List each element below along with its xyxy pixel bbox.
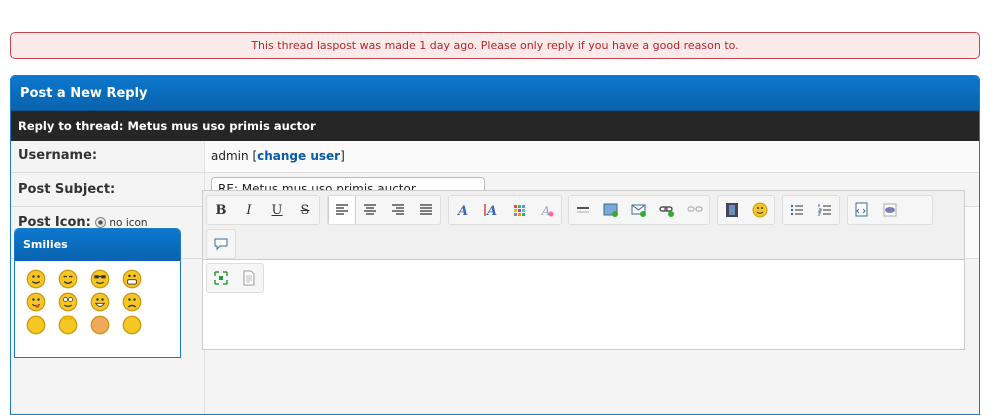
unlink-icon bbox=[687, 206, 704, 212]
username-label: Username: bbox=[11, 141, 205, 172]
username-value: admin bbox=[211, 149, 249, 163]
unlink-button[interactable] bbox=[681, 196, 709, 224]
php-icon bbox=[883, 203, 897, 217]
link-icon bbox=[659, 206, 675, 217]
color-grid-icon bbox=[513, 205, 525, 216]
angel-icon[interactable] bbox=[58, 315, 78, 335]
php-button[interactable] bbox=[876, 196, 904, 224]
align-right-button[interactable] bbox=[384, 196, 412, 224]
remove-format-button[interactable]: A bbox=[533, 196, 561, 224]
happy-icon[interactable] bbox=[58, 269, 78, 289]
subject-label: Post Subject: bbox=[11, 173, 205, 206]
bullet-list-icon bbox=[790, 204, 804, 216]
font-size-icon: A bbox=[483, 204, 497, 218]
smile-icon[interactable] bbox=[26, 269, 46, 289]
insert-link-button[interactable] bbox=[653, 196, 681, 224]
blush-icon[interactable] bbox=[90, 315, 110, 335]
speech-bubble-icon bbox=[214, 238, 228, 251]
text-style-group: B I U S bbox=[206, 195, 320, 225]
smiley-icon bbox=[752, 202, 768, 218]
maximize-button[interactable] bbox=[207, 264, 235, 292]
numbered-list-button[interactable] bbox=[811, 196, 839, 224]
svg-text:A: A bbox=[540, 204, 550, 218]
maximize-icon bbox=[214, 271, 228, 285]
color-button[interactable] bbox=[505, 196, 533, 224]
media-group bbox=[717, 195, 776, 225]
insert-video-button[interactable] bbox=[718, 196, 746, 224]
align-left-button[interactable] bbox=[327, 196, 356, 224]
align-group bbox=[326, 195, 441, 225]
insert-group bbox=[568, 195, 711, 225]
panel-title: Post a New Reply bbox=[11, 76, 979, 111]
message-editor[interactable]: B I U S A A A bbox=[202, 190, 965, 350]
font-button[interactable]: A bbox=[449, 196, 477, 224]
align-right-icon bbox=[391, 204, 404, 215]
document-icon bbox=[243, 270, 255, 286]
biggrin-icon[interactable] bbox=[90, 292, 110, 312]
code-group bbox=[846, 195, 933, 225]
insert-smiley-button[interactable] bbox=[746, 196, 774, 224]
grin-icon[interactable] bbox=[122, 269, 142, 289]
email-icon bbox=[631, 204, 647, 217]
username-row: Username: admin [change user] bbox=[11, 141, 979, 173]
list-group bbox=[782, 195, 841, 225]
view-group bbox=[206, 263, 264, 293]
font-icon: A bbox=[456, 204, 468, 218]
username-value-cell: admin [change user] bbox=[205, 141, 979, 172]
align-left-icon bbox=[335, 204, 348, 215]
align-justify-icon bbox=[419, 204, 432, 215]
panel-subtitle: Reply to thread: Metus mus uso primis au… bbox=[11, 111, 979, 141]
editor-toolbar: B I U S A A A bbox=[203, 191, 964, 293]
font-group: A A A bbox=[447, 195, 562, 225]
font-size-button[interactable]: A bbox=[477, 196, 505, 224]
code-button[interactable] bbox=[848, 196, 876, 224]
smilies-panel: Smilies bbox=[14, 228, 181, 358]
insert-image-button[interactable] bbox=[597, 196, 625, 224]
italic-button[interactable]: I bbox=[235, 196, 263, 224]
quote-button[interactable] bbox=[207, 230, 235, 258]
underline-button[interactable]: U bbox=[263, 196, 291, 224]
thread-age-notice: This thread laspost was made 1 day ago. … bbox=[10, 32, 980, 59]
svg-text:A: A bbox=[485, 204, 497, 218]
align-center-button[interactable] bbox=[356, 196, 384, 224]
remove-format-icon: A bbox=[540, 204, 554, 218]
align-justify-button[interactable] bbox=[412, 196, 440, 224]
cool-icon[interactable] bbox=[90, 269, 110, 289]
tongue-icon[interactable] bbox=[26, 292, 46, 312]
insert-email-button[interactable] bbox=[625, 196, 653, 224]
source-button[interactable] bbox=[235, 264, 263, 292]
worried-icon[interactable] bbox=[122, 315, 142, 335]
quote-group bbox=[206, 229, 236, 259]
horizontal-rule-button[interactable] bbox=[569, 196, 597, 224]
numbered-list-icon bbox=[818, 204, 832, 216]
code-icon bbox=[855, 202, 868, 217]
strikethrough-button[interactable]: S bbox=[291, 196, 319, 224]
shy-icon[interactable] bbox=[26, 315, 46, 335]
smilies-title: Smilies bbox=[15, 229, 180, 261]
horizontal-rule-icon bbox=[577, 207, 590, 213]
change-user-link[interactable]: change user bbox=[257, 149, 340, 163]
wink-icon[interactable] bbox=[58, 292, 78, 312]
bold-button[interactable]: B bbox=[207, 196, 235, 224]
sad-icon[interactable] bbox=[122, 292, 142, 312]
smilies-grid bbox=[15, 261, 180, 338]
svg-text:A: A bbox=[456, 204, 468, 218]
image-icon bbox=[603, 203, 619, 217]
align-center-icon bbox=[363, 204, 376, 215]
no-icon-radio[interactable] bbox=[95, 217, 107, 228]
film-icon bbox=[726, 203, 739, 217]
bullet-list-button[interactable] bbox=[783, 196, 811, 224]
